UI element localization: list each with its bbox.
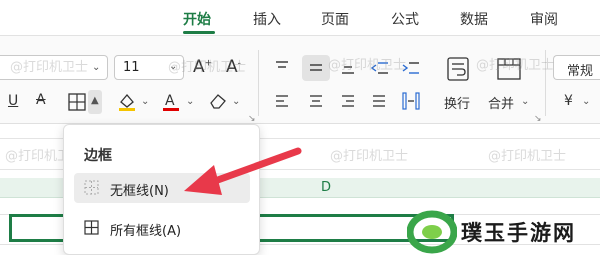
brand-name: 璞玉手游网 xyxy=(461,221,576,245)
brand-logo: 璞玉手游网 xyxy=(405,208,600,255)
brand-mark-icon xyxy=(407,210,457,254)
